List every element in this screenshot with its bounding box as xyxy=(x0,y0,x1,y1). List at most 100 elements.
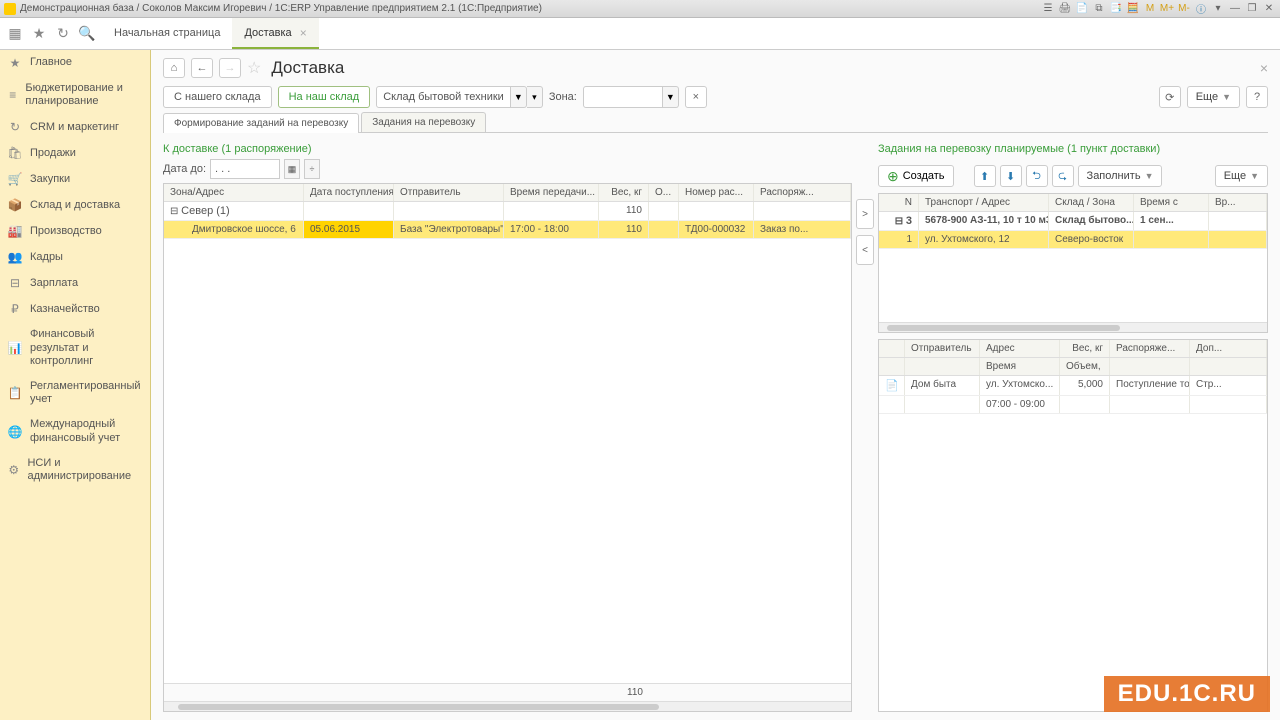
maximize-icon[interactable]: ❐ xyxy=(1245,2,1259,16)
sidebar-item-treasury[interactable]: ₽Казначейство xyxy=(0,296,150,322)
calendar-icon[interactable]: ▦ xyxy=(284,159,300,179)
sidebar-item-production[interactable]: 🏭Производство xyxy=(0,218,150,244)
home-icon: ★ xyxy=(8,56,22,70)
chevron-down-icon[interactable]: ▼ xyxy=(663,86,679,108)
more-right-button[interactable]: Еще▼ xyxy=(1215,165,1268,187)
close-icon[interactable]: ✕ xyxy=(1262,2,1276,16)
sidebar-item-crm[interactable]: ↻CRM и маркетинг xyxy=(0,114,150,140)
tb-icon[interactable]: 📑 xyxy=(1109,2,1123,16)
col-time[interactable]: Время передачи... xyxy=(504,184,599,201)
right-section-title: Задания на перевозку планируемые (1 пунк… xyxy=(878,143,1268,155)
move-right-button[interactable]: > xyxy=(856,199,874,229)
tasks-grid: N Транспорт / Адрес Склад / Зона Время с… xyxy=(878,193,1268,333)
col-o[interactable]: О... xyxy=(649,184,679,201)
more-button[interactable]: Еще▼ xyxy=(1187,86,1240,108)
help-button[interactable]: ? xyxy=(1246,86,1268,108)
col-date[interactable]: Дата поступления xyxy=(304,184,394,201)
stepper-icon[interactable]: ÷ xyxy=(304,159,320,179)
app-icon xyxy=(4,3,16,15)
clipboard-icon: 📋 xyxy=(8,386,22,400)
fill-button[interactable]: Заполнить▼ xyxy=(1078,165,1163,187)
tb-icon[interactable]: 📄 xyxy=(1075,2,1089,16)
warehouse-select[interactable]: Склад бытовой техники▼▾ xyxy=(376,86,543,108)
list-icon: ≡ xyxy=(8,88,17,102)
col-zone[interactable]: Зона/Адрес xyxy=(164,184,304,201)
tb-icon[interactable]: 🖨 xyxy=(1058,2,1072,16)
tb-icon[interactable]: 🧮 xyxy=(1126,2,1140,16)
chevron-down-icon[interactable]: ▼ xyxy=(511,86,527,108)
factory-icon: 🏭 xyxy=(8,224,22,238)
table-row[interactable]: 07:00 - 09:00 xyxy=(879,396,1267,414)
tab-home[interactable]: Начальная страница xyxy=(102,18,232,49)
move-left-button[interactable]: < xyxy=(856,235,874,265)
to-warehouse-button[interactable]: На наш склад xyxy=(278,86,371,108)
subtab-tasks[interactable]: Задания на перевозку xyxy=(361,112,486,132)
tb-icon[interactable]: M xyxy=(1143,2,1157,16)
date-to-label: Дата до: xyxy=(163,163,206,175)
sidebar-item-sales[interactable]: 🛍Продажи xyxy=(0,140,150,166)
clear-zone-button[interactable]: × xyxy=(685,86,707,108)
history-icon[interactable]: ↻ xyxy=(52,23,74,45)
table-row[interactable]: 1 ул. Ухтомского, 12 Северо-восток xyxy=(879,231,1267,249)
nav-sidebar: ★Главное ≡Бюджетирование и планирование … xyxy=(0,50,151,720)
scrollbar-horizontal[interactable] xyxy=(879,322,1267,332)
tab-delivery[interactable]: Доставка× xyxy=(232,18,318,49)
col-sender[interactable]: Отправитель xyxy=(394,184,504,201)
scrollbar-horizontal[interactable] xyxy=(164,701,851,711)
minimize-icon[interactable]: — xyxy=(1228,2,1242,16)
col-weight[interactable]: Вес, кг xyxy=(599,184,649,201)
forward-arrow-button[interactable]: ⮎ xyxy=(1052,165,1074,187)
sidebar-item-budget[interactable]: ≡Бюджетирование и планирование xyxy=(0,76,150,114)
ruble-icon: ₽ xyxy=(8,302,22,316)
sidebar-item-regulated[interactable]: 📋Регламентированный учет xyxy=(0,374,150,412)
search-icon[interactable]: 🔍 xyxy=(76,23,98,45)
doc-icon: 📄 xyxy=(885,380,899,392)
content-area: ⌂ ← → ☆ Доставка × С нашего склада На на… xyxy=(151,50,1280,720)
date-to-input[interactable]: . . . xyxy=(210,159,280,179)
tb-icon[interactable]: M+ xyxy=(1160,2,1174,16)
favorite-icon[interactable]: ☆ xyxy=(247,58,261,78)
footer-weight: 110 xyxy=(599,684,649,701)
from-warehouse-button[interactable]: С нашего склада xyxy=(163,86,272,108)
col-order[interactable]: Распоряж... xyxy=(754,184,851,201)
refresh-button[interactable]: ⟳ xyxy=(1159,86,1181,108)
gear-icon: ⚙ xyxy=(8,463,19,477)
tb-icon[interactable]: ▾ xyxy=(1211,2,1225,16)
zone-label: Зона: xyxy=(549,91,577,103)
subtab-formation[interactable]: Формирование заданий на перевозку xyxy=(163,113,359,133)
tb-icon[interactable]: ⧉ xyxy=(1092,2,1106,16)
sidebar-item-hr[interactable]: 👥Кадры xyxy=(0,244,150,270)
down-button[interactable]: ⬇ xyxy=(1000,165,1022,187)
sidebar-item-main[interactable]: ★Главное xyxy=(0,50,150,76)
table-row[interactable]: ⊟ 3 5678-900 АЗ-11, 10 т 10 м3 Склад быт… xyxy=(879,212,1267,231)
sidebar-item-salary[interactable]: ⊟Зарплата xyxy=(0,270,150,296)
forward-button[interactable]: → xyxy=(219,58,241,78)
tab-close-icon[interactable]: × xyxy=(300,26,307,40)
create-button[interactable]: ⊕Создать xyxy=(878,165,954,187)
back-arrow-button[interactable]: ⮌ xyxy=(1026,165,1048,187)
up-button[interactable]: ⬆ xyxy=(974,165,996,187)
orders-grid: Зона/Адрес Дата поступления Отправитель … xyxy=(163,183,852,712)
col-num[interactable]: Номер рас... xyxy=(679,184,754,201)
sidebar-item-warehouse[interactable]: 📦Склад и доставка xyxy=(0,192,150,218)
tb-icon[interactable]: ⓘ xyxy=(1194,2,1208,16)
cart-icon: 🛒 xyxy=(8,172,22,186)
bag-icon: 🛍 xyxy=(8,146,22,160)
sidebar-item-purchases[interactable]: 🛒Закупки xyxy=(0,166,150,192)
titlebar-toolbar: ☰ 🖨 📄 ⧉ 📑 🧮 M M+ M- ⓘ ▾ — ❐ ✕ xyxy=(1041,2,1276,16)
back-button[interactable]: ← xyxy=(191,58,213,78)
home-button[interactable]: ⌂ xyxy=(163,58,185,78)
page-close-icon[interactable]: × xyxy=(1260,60,1268,76)
sidebar-item-intl[interactable]: 🌐Международный финансовый учет xyxy=(0,412,150,450)
sidebar-item-finance[interactable]: 📊Финансовый результат и контроллинг xyxy=(0,322,150,374)
zone-select[interactable]: ▼ xyxy=(583,86,679,108)
group-row[interactable]: ⊟ Север (1) 110 xyxy=(164,202,851,221)
table-row[interactable]: 📄 Дом быта ул. Ухтомско... 5,000 Поступл… xyxy=(879,376,1267,396)
tb-icon[interactable]: M- xyxy=(1177,2,1191,16)
box-icon: 📦 xyxy=(8,198,22,212)
sidebar-item-admin[interactable]: ⚙НСИ и администрирование xyxy=(0,451,150,489)
apps-icon[interactable]: ▦ xyxy=(4,23,26,45)
table-row[interactable]: Дмитровское шоссе, 6 05.06.2015 База "Эл… xyxy=(164,221,851,239)
tb-icon[interactable]: ☰ xyxy=(1041,2,1055,16)
star-icon[interactable]: ★ xyxy=(28,23,50,45)
